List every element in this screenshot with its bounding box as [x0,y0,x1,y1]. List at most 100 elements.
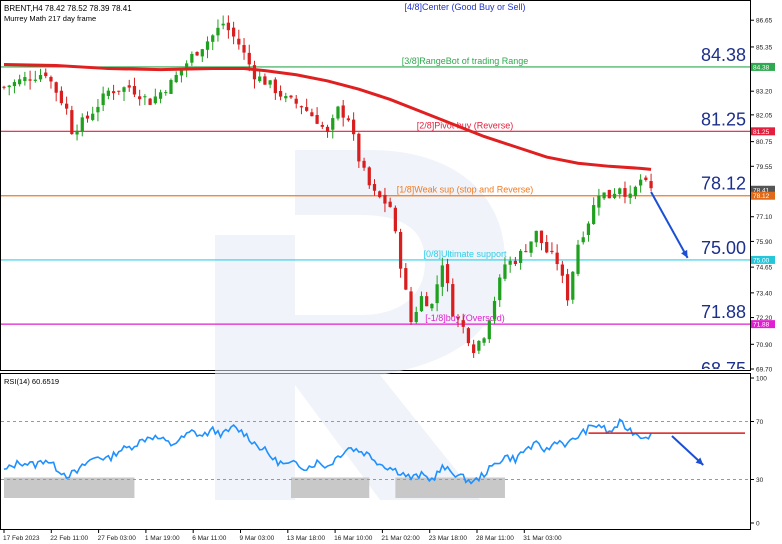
candle-body [299,106,304,108]
candle-body [398,232,403,269]
candle-body [247,52,251,65]
candle-body [461,320,465,327]
murrey-level-label-3-8-rangebot-of-trading-range: [3/8]RangeBot of trading Range [402,56,529,66]
candle-body [174,75,178,83]
candle-body [372,184,377,191]
candle-body [33,79,37,81]
candle-body [205,41,210,50]
candle-body [65,103,69,109]
candle-body [623,188,627,197]
rsi-oversold-zone-0 [4,477,135,498]
candle-body [138,96,142,100]
candle-body [2,86,6,88]
candle-body [310,112,314,117]
candle-body [628,193,632,198]
candle-body [508,260,512,265]
candle-body [393,207,397,232]
price-tag-label: 75.00 [753,257,770,264]
candle-body [148,98,152,105]
candle-body [633,186,638,197]
time-axis-label: 6 Mar 11:00 [192,535,227,542]
candle-body [550,250,554,253]
candle-body [91,113,95,120]
murrey-level-value-2: 81.25 [701,109,746,129]
candle-body [639,179,643,186]
candle-body [341,105,345,118]
candle-body [477,340,481,351]
candle-body [289,95,293,98]
candle-body [59,90,64,104]
candle-body [513,260,518,264]
candle-body [101,93,105,106]
candle-body [518,250,523,263]
candle-body [211,35,215,42]
candle-body [362,160,366,168]
candle-body [158,92,163,99]
candle-body [221,23,225,26]
murrey-level-value-4: 75.00 [701,238,746,258]
price-axis-label: 77.10 [756,214,773,221]
candle-body [451,284,455,317]
candle-body [18,79,22,85]
candle-body [200,49,204,57]
candle-body [357,133,361,162]
candle-body [7,85,11,88]
candle-body [169,79,173,94]
candle-body [49,76,53,82]
time-axis-label: 13 Mar 18:00 [287,535,326,542]
candle-body [472,344,476,353]
candle-body [54,82,58,93]
candle-body [273,79,277,94]
price-axis-label: 70.90 [756,342,773,349]
murrey-level-label-0-8-ultimate-support: [0/8]Ultimate support [423,249,507,259]
price-axis-label: 73.40 [756,290,773,297]
candle-body [430,303,434,309]
candle-body [492,300,497,319]
candle-body [649,181,653,189]
header-symbol-line: BRENT,H4 78.42 78.52 78.39 78.41 [4,4,132,13]
rsi-title: RSI(14) 60.6519 [4,377,59,386]
candle-body [195,52,199,56]
time-axis-label: 21 Mar 02:00 [381,535,420,542]
candle-body [70,110,74,135]
candle-body [164,92,168,94]
candle-body [252,65,257,80]
candle-body [106,90,110,96]
candle-body [346,118,351,121]
murrey-level-value-3: 78.12 [701,174,746,194]
candle-body [498,277,502,301]
candle-body [545,241,549,253]
candle-body [294,98,298,104]
candle-body [278,90,283,97]
price-axis-label: 79.55 [756,164,773,171]
price-axis-label: 75.90 [756,239,773,246]
candle-body [435,284,439,304]
candle-body [414,311,418,322]
candle-body [111,91,116,94]
time-axis-label: 1 Mar 19:00 [145,535,180,542]
candle-body [336,106,340,119]
candle-body [581,237,585,243]
candle-body [597,195,601,208]
candle-body [122,87,126,92]
candle-body [75,130,79,135]
murrey-level-label-4-8-center-good-buy-or-sell: [4/8]Center (Good Buy or Sell) [404,2,525,12]
candle-body [482,338,486,343]
candle-body [242,45,246,53]
rsi-axis-label: 100 [756,376,767,383]
candle-body [12,82,17,87]
price-axis-label: 69.70 [756,367,773,374]
candle-body [80,117,84,132]
candle-body [237,38,241,45]
price-axis-label: 85.35 [756,44,773,51]
candle-body [409,291,413,323]
murrey-level-label-1-8-weak-sup-stop-and-reverse: [1/8]Weak sup (stop and Reverse) [397,185,533,195]
time-axis-label: 31 Mar 03:00 [523,535,562,542]
candle-body [352,119,356,135]
candle-body [419,296,424,312]
candle-body [315,115,319,124]
murrey-level-label-1-8-buy-oversold: [-1/8]buy (Oversold) [425,313,505,323]
candle-body [487,320,491,340]
candle-body [127,85,131,88]
murrey-level-value-1: 84.38 [701,45,746,65]
